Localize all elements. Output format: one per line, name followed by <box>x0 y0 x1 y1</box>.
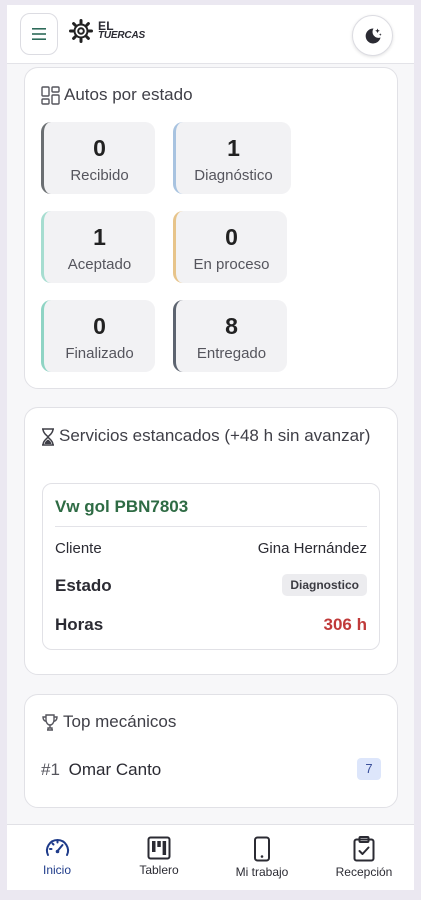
bottom-nav: Inicio Tablero Mi trabajo Recepción <box>7 824 414 890</box>
nav-item-inicio[interactable]: Inicio <box>22 825 92 890</box>
gear-logo-icon <box>69 19 93 43</box>
hours-label: Horas <box>55 615 104 634</box>
menu-button[interactable] <box>20 13 58 55</box>
stalled-service-item[interactable]: Vw gol PBN7803 Cliente Gina Hernández Es… <box>42 483 380 650</box>
stat-value: 0 <box>225 224 238 250</box>
nav-label: Inicio <box>42 863 71 877</box>
stat-label: Recibido <box>70 167 129 184</box>
stat-value: 1 <box>227 135 240 161</box>
stat-value: 0 <box>93 313 106 339</box>
mechanic-item[interactable]: #1 Omar Canto <box>41 760 161 780</box>
stat-recibido[interactable]: 0 Recibido <box>41 122 155 194</box>
mechanic-rank: #1 <box>41 760 60 779</box>
stalled-services-card: Servicios estancados (+48 h sin avanzar)… <box>24 407 398 675</box>
stat-value: 1 <box>93 224 106 250</box>
mechanics-card-title-text: Top mecánicos <box>63 712 177 731</box>
mechanic-count-badge: 7 <box>357 758 381 780</box>
nav-item-tablero[interactable]: Tablero <box>124 825 194 890</box>
mechanics-card-title: Top mecánicos <box>41 712 176 732</box>
stat-diagnostico[interactable]: 1 Diagnóstico <box>173 122 291 194</box>
hourglass-icon <box>42 428 54 446</box>
stat-label: Diagnóstico <box>194 167 273 184</box>
mechanic-name: Omar Canto <box>68 760 162 779</box>
status-label: Estado <box>55 576 112 595</box>
kanban-icon <box>147 836 171 860</box>
app-frame: EL TUERCAS Autos por estado 0 Recibido 1… <box>7 5 414 890</box>
stat-finalizado[interactable]: 0 Finalizado <box>41 300 155 372</box>
stalled-card-title: Servicios estancados (+48 h sin avanzar) <box>41 426 381 446</box>
client-value: Gina Hernández <box>257 540 367 557</box>
nav-item-mi-trabajo[interactable]: Mi trabajo <box>226 825 298 890</box>
stat-label: Aceptado <box>67 256 132 273</box>
status-card: Autos por estado 0 Recibido 1 Diagnóstic… <box>24 67 398 389</box>
hours-value: 306 h <box>323 615 367 634</box>
stalled-card-title-text: Servicios estancados (+48 h sin avanzar) <box>59 426 371 445</box>
nav-label: Mi trabajo <box>235 865 289 879</box>
nav-label: Tablero <box>139 863 179 877</box>
status-card-title: Autos por estado <box>41 85 193 105</box>
logo-text: EL TUERCAS <box>98 20 145 41</box>
stat-entregado[interactable]: 8 Entregado <box>173 300 287 372</box>
theme-toggle-button[interactable] <box>352 15 393 56</box>
moon-stars-icon <box>365 27 382 43</box>
top-bar: EL TUERCAS <box>7 5 414 64</box>
stat-aceptado[interactable]: 1 Aceptado <box>41 211 155 283</box>
clipboard-check-icon <box>353 836 375 862</box>
top-mechanics-card: Top mecánicos #1 Omar Canto 7 <box>24 694 398 808</box>
nav-label: Recepción <box>335 865 393 879</box>
status-card-title-text: Autos por estado <box>64 85 193 104</box>
logo-line-2: TUERCAS <box>98 30 145 41</box>
vehicle-title[interactable]: Vw gol PBN7803 <box>55 497 188 517</box>
dashboard-grid-icon <box>41 86 60 105</box>
stat-en-proceso[interactable]: 0 En proceso <box>173 211 287 283</box>
stat-value: 8 <box>225 313 238 339</box>
client-label: Cliente <box>55 540 102 557</box>
hamburger-icon <box>32 28 46 40</box>
stat-label: En proceso <box>193 256 270 273</box>
nav-item-recepcion[interactable]: Recepción <box>329 825 399 890</box>
stat-label: Finalizado <box>65 345 134 362</box>
stat-value: 0 <box>93 135 106 161</box>
trophy-icon <box>42 714 58 731</box>
status-badge: Diagnostico <box>282 574 367 596</box>
divider <box>55 526 367 527</box>
logo[interactable]: EL TUERCAS <box>69 19 145 43</box>
gauge-icon <box>45 839 69 856</box>
stat-label: Entregado <box>196 345 267 362</box>
phone-icon <box>254 836 270 862</box>
